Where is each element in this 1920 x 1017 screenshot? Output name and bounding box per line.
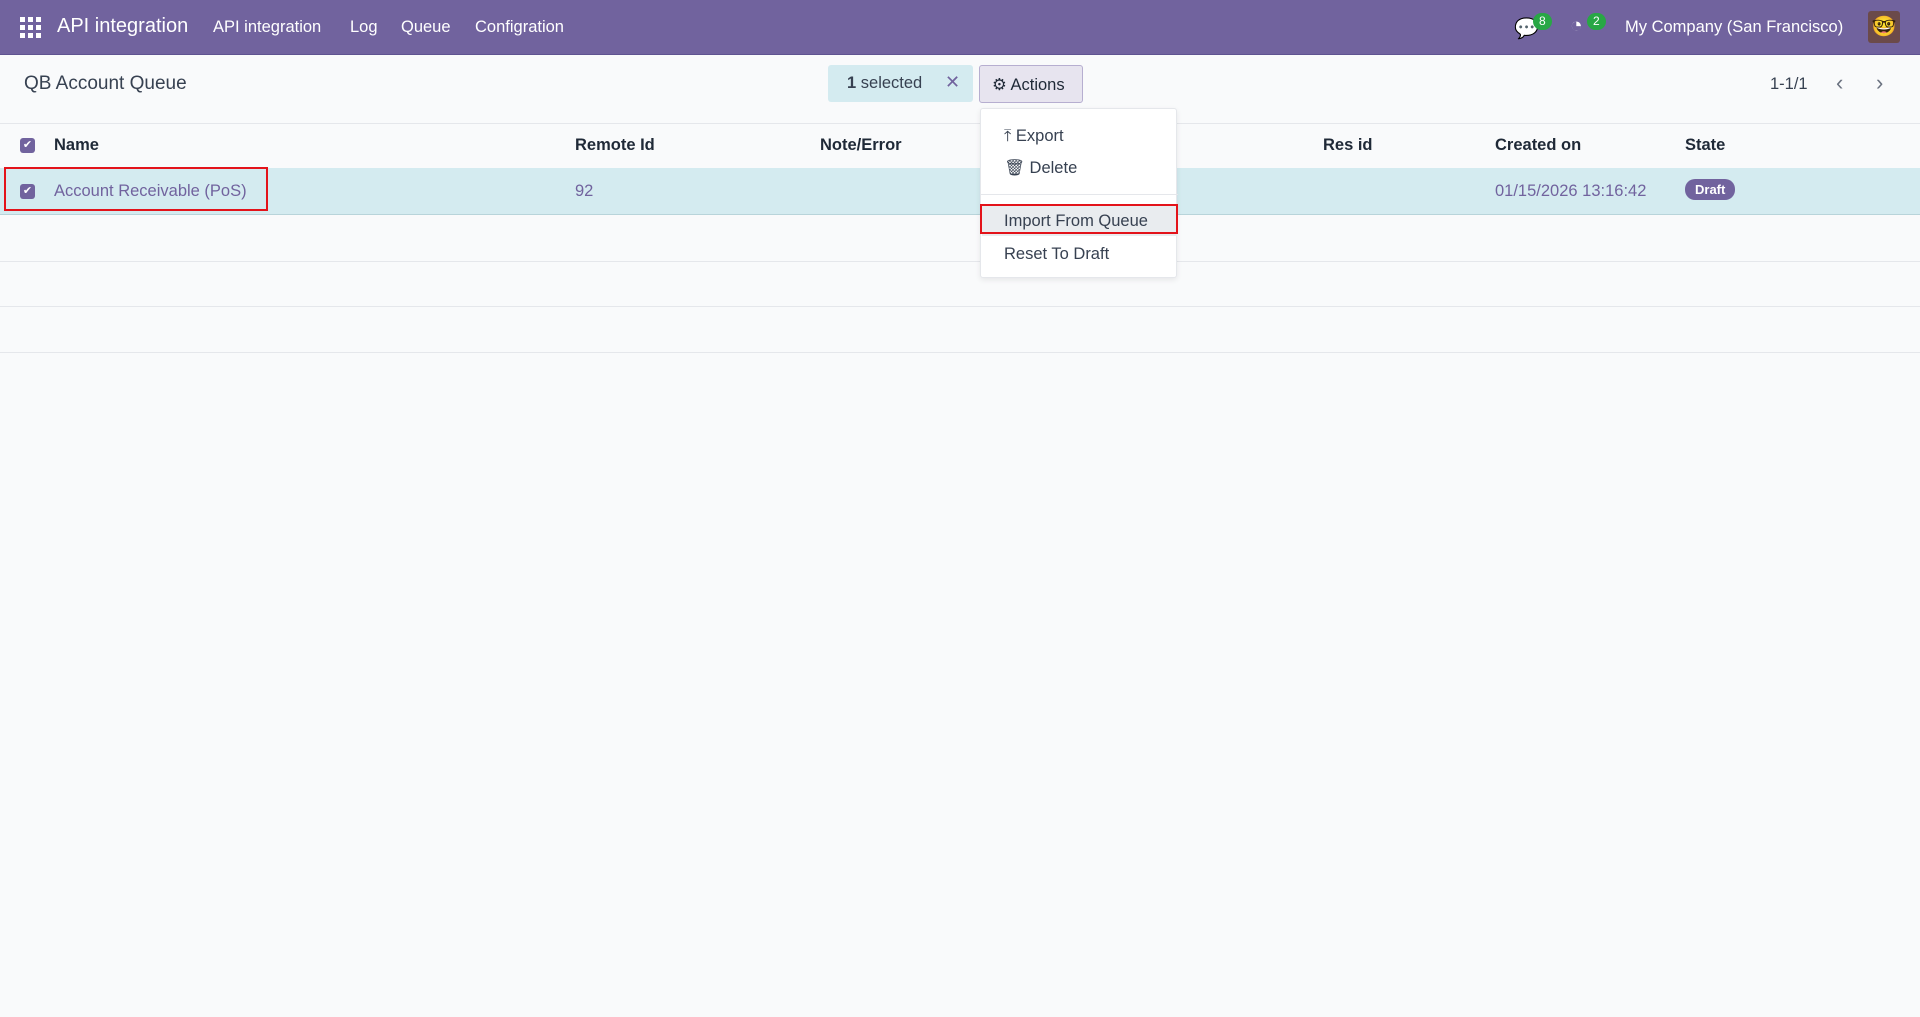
- export-label: Export: [1015, 127, 1064, 145]
- pager-prev-icon[interactable]: ‹: [1836, 70, 1843, 96]
- row-created-on: 01/15/2026 13:16:42: [1495, 182, 1647, 200]
- user-avatar[interactable]: 🤓: [1868, 11, 1900, 43]
- selected-label: selected: [860, 74, 923, 92]
- highlight-box: [4, 167, 268, 211]
- column-header-state[interactable]: State: [1685, 136, 1725, 155]
- clear-selection-icon[interactable]: ✕: [945, 72, 960, 93]
- row-remote-id: 92: [575, 182, 594, 200]
- divider: [0, 261, 1920, 262]
- gear-icon: ⚙: [992, 76, 1007, 94]
- column-header-remote-id[interactable]: Remote Id: [575, 136, 655, 155]
- pager-value[interactable]: 1-1/1: [1770, 75, 1808, 94]
- menu-queue[interactable]: Queue: [401, 18, 451, 37]
- trash-icon: 🗑: [1004, 159, 1025, 177]
- column-header-created-on[interactable]: Created on: [1495, 136, 1581, 155]
- menu-log[interactable]: Log: [350, 18, 378, 37]
- app-title[interactable]: API integration: [57, 15, 188, 38]
- highlight-box: [980, 204, 1178, 234]
- menu-api-integration[interactable]: API integration: [213, 18, 321, 37]
- menu-configration[interactable]: Configration: [475, 18, 564, 37]
- delete-label: Delete: [1029, 159, 1078, 177]
- app-grid-icon[interactable]: [20, 17, 41, 38]
- divider: [0, 306, 1920, 307]
- activities-badge: 2: [1587, 13, 1606, 30]
- company-switcher[interactable]: My Company (San Francisco): [1625, 18, 1843, 37]
- selection-indicator: 1 selected ✕: [828, 65, 973, 102]
- select-all-checkbox[interactable]: ✔: [20, 138, 35, 153]
- actions-dropdown: ⤒ Export 🗑 Delete Import From Queue Rese…: [980, 108, 1178, 278]
- page-title: QB Account Queue: [24, 73, 187, 94]
- column-header-note-error[interactable]: Note/Error: [820, 136, 902, 155]
- column-header-name[interactable]: Name: [54, 136, 99, 155]
- state-badge: Draft: [1685, 179, 1736, 200]
- selected-count: 1: [847, 74, 857, 92]
- clock-icon[interactable]: ◔: [1570, 14, 1583, 38]
- messages-badge: 8: [1533, 13, 1552, 30]
- menu-item-reset-to-draft[interactable]: Reset To Draft: [1004, 245, 1109, 264]
- menu-divider: [981, 194, 1178, 195]
- pager-next-icon[interactable]: ›: [1876, 70, 1883, 96]
- actions-label: Actions: [1010, 76, 1065, 94]
- upload-icon: ⤒: [1004, 127, 1012, 145]
- divider: [0, 352, 1920, 353]
- actions-button[interactable]: ⚙ Actions: [979, 65, 1083, 103]
- column-header-res-id[interactable]: Res id: [1323, 136, 1373, 155]
- top-navbar: API integration API integration Log Queu…: [0, 0, 1920, 55]
- menu-item-delete[interactable]: 🗑 Delete: [1004, 159, 1077, 178]
- menu-item-export[interactable]: ⤒ Export: [1004, 127, 1064, 146]
- divider: [0, 123, 1920, 124]
